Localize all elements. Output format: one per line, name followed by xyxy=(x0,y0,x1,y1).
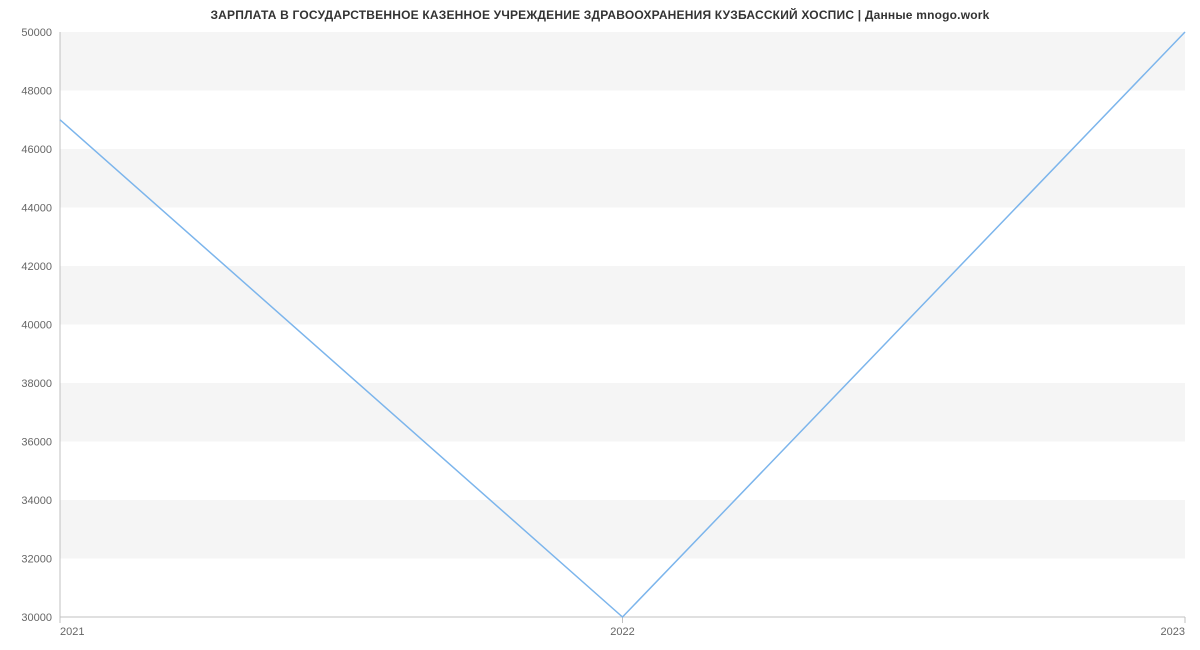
y-tick-label: 32000 xyxy=(21,554,52,566)
grid-band xyxy=(60,383,1185,442)
grid-band xyxy=(60,325,1185,384)
y-tick-label: 46000 xyxy=(21,144,52,156)
x-tick-label: 2023 xyxy=(1161,626,1185,638)
y-tick-label: 40000 xyxy=(21,320,52,332)
grid-band xyxy=(60,266,1185,325)
grid-band xyxy=(60,149,1185,208)
grid-band xyxy=(60,208,1185,267)
x-tick-label: 2022 xyxy=(610,626,634,638)
y-tick-label: 48000 xyxy=(21,86,52,98)
y-tick-label: 42000 xyxy=(21,261,52,273)
chart-title: ЗАРПЛАТА В ГОСУДАРСТВЕННОЕ КАЗЕННОЕ УЧРЕ… xyxy=(0,0,1200,22)
x-tick-label: 2021 xyxy=(60,626,84,638)
y-tick-label: 38000 xyxy=(21,378,52,390)
grid-band xyxy=(60,32,1185,91)
grid-band xyxy=(60,559,1185,618)
grid-band xyxy=(60,500,1185,559)
y-tick-label: 34000 xyxy=(21,495,52,507)
y-tick-label: 50000 xyxy=(21,27,52,39)
chart-container: 30000 32000 34000 36000 38000 40000 42000 44000… xyxy=(0,22,1200,642)
y-tick-label: 44000 xyxy=(21,203,52,215)
y-tick-label: 30000 xyxy=(21,612,52,624)
y-tick-label: 36000 xyxy=(21,437,52,449)
grid-band xyxy=(60,91,1185,150)
line-chart: 30000 32000 34000 36000 38000 40000 42000 44000… xyxy=(0,22,1200,642)
grid-band xyxy=(60,442,1185,501)
